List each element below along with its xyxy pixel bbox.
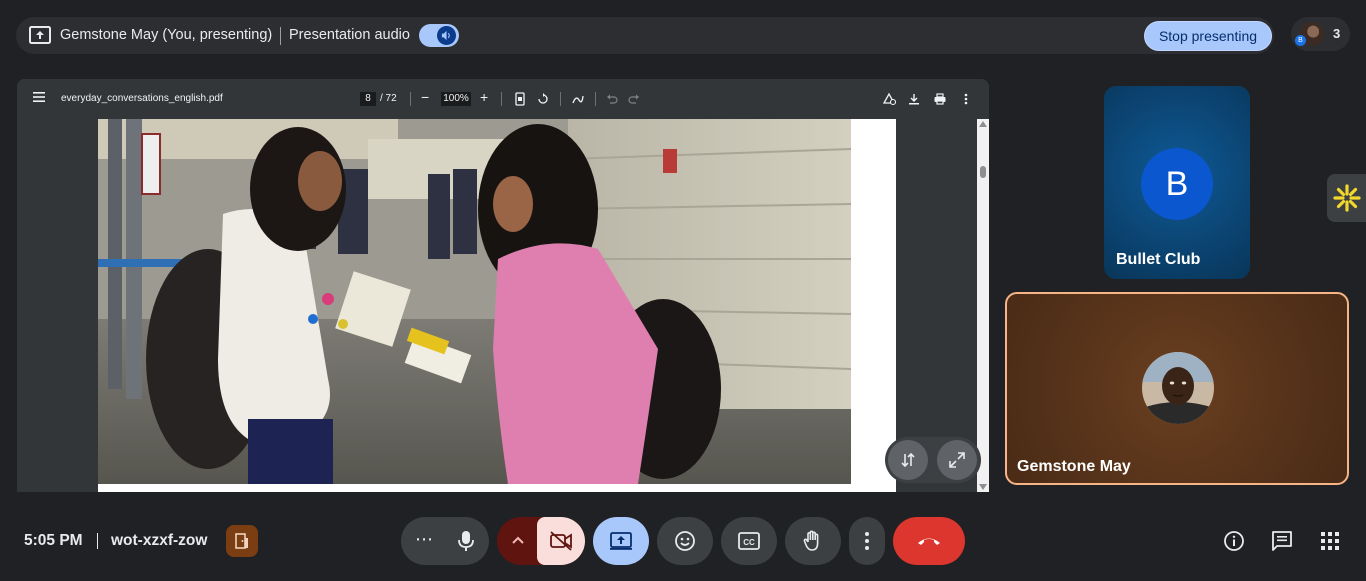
- swap-view-button[interactable]: [888, 440, 928, 480]
- scrollbar-thumb[interactable]: [980, 166, 986, 178]
- raise-hand-button[interactable]: [785, 517, 841, 565]
- presenter-label: Gemstone May (You, presenting): [60, 27, 273, 43]
- participant-tile-bullet-club[interactable]: B Bullet Club: [1104, 86, 1250, 279]
- speaker-icon: [437, 26, 456, 45]
- shared-screen: everyday_conversations_english.pdf 8 / 7…: [17, 79, 989, 492]
- chat-icon: [1272, 531, 1292, 551]
- captions-icon: CC: [738, 532, 760, 550]
- audio-settings-button[interactable]: ⋯: [415, 529, 433, 550]
- presentation-audio-label: Presentation audio: [289, 27, 410, 43]
- participants-button[interactable]: B 3: [1291, 17, 1350, 51]
- divider: [280, 27, 281, 45]
- scroll-up-arrow-icon[interactable]: [979, 121, 987, 127]
- toolbar-divider: [501, 92, 502, 106]
- chevron-up-icon[interactable]: [511, 535, 525, 545]
- activities-button[interactable]: [1318, 529, 1342, 553]
- menu-icon[interactable]: [33, 92, 45, 102]
- emoji-icon: [675, 531, 695, 551]
- participant-name: Bullet Club: [1116, 251, 1201, 268]
- rotate-icon[interactable]: [536, 92, 550, 106]
- host-controls-button[interactable]: [226, 525, 258, 557]
- more-vert-icon[interactable]: [959, 92, 973, 106]
- page-photo: [98, 119, 851, 484]
- view-controls: [885, 437, 981, 483]
- hand-icon: [803, 530, 819, 551]
- zoom-in-button[interactable]: +: [480, 89, 488, 105]
- toolbar-divider: [560, 92, 561, 106]
- presenting-bar: Gemstone May (You, presenting) Presentat…: [16, 17, 1274, 54]
- redo-icon[interactable]: [627, 92, 641, 106]
- zoom-input[interactable]: 100%: [441, 92, 471, 106]
- leave-call-button[interactable]: [893, 517, 965, 565]
- page-number-input[interactable]: 8: [360, 92, 376, 106]
- download-icon[interactable]: [907, 92, 921, 106]
- sparkle-icon: [1332, 184, 1361, 212]
- gemini-side-tab[interactable]: [1327, 174, 1366, 222]
- present-screen-icon: [29, 26, 51, 44]
- toolbar-divider: [410, 92, 411, 106]
- camera-control-group: [497, 517, 585, 565]
- save-to-drive-icon[interactable]: [882, 92, 896, 106]
- apps-icon: [1321, 532, 1339, 550]
- divider: [97, 533, 98, 549]
- expand-icon: [949, 452, 965, 468]
- participant-tile-gemstone-may[interactable]: Gemstone May: [1005, 292, 1349, 485]
- end-call-icon: [918, 538, 940, 545]
- fit-page-icon[interactable]: [513, 92, 527, 106]
- reactions-button[interactable]: [657, 517, 713, 565]
- chat-button[interactable]: [1270, 529, 1294, 553]
- captions-button[interactable]: CC: [721, 517, 777, 565]
- pdf-filename: everyday_conversations_english.pdf: [61, 93, 223, 104]
- door-icon: [235, 533, 248, 549]
- more-vert-icon: [865, 532, 869, 550]
- participant-mini-avatar: B: [1295, 35, 1306, 46]
- current-time: 5:05 PM: [24, 532, 83, 549]
- pdf-scrollbar[interactable]: [977, 119, 989, 492]
- pdf-toolbar: everyday_conversations_english.pdf 8 / 7…: [17, 79, 989, 119]
- presentation-audio-toggle[interactable]: [419, 24, 459, 47]
- undo-icon[interactable]: [605, 92, 619, 106]
- meeting-details-button[interactable]: [1222, 529, 1246, 553]
- info-icon: [1224, 531, 1244, 551]
- page-total: / 72: [380, 93, 397, 104]
- print-icon[interactable]: [933, 92, 947, 106]
- swap-icon: [901, 452, 915, 468]
- toolbar-divider: [595, 92, 596, 106]
- mic-icon[interactable]: [455, 529, 477, 553]
- meeting-code: wot-xzxf-zow: [111, 532, 208, 549]
- scroll-down-arrow-icon[interactable]: [979, 484, 987, 490]
- zoom-out-button[interactable]: −: [421, 89, 429, 105]
- present-icon: [610, 532, 632, 550]
- mic-control-group: ⋯: [401, 517, 489, 565]
- camera-off-icon: [550, 531, 572, 551]
- svg-text:CC: CC: [743, 538, 755, 547]
- more-options-button[interactable]: [849, 517, 885, 565]
- participant-name: Gemstone May: [1017, 458, 1131, 475]
- participant-count: 3: [1333, 26, 1341, 41]
- fullscreen-button[interactable]: [937, 440, 977, 480]
- camera-toggle-button[interactable]: [537, 517, 585, 565]
- avatar: [1142, 352, 1214, 424]
- avatar: B: [1141, 148, 1213, 220]
- present-now-button[interactable]: [593, 517, 649, 565]
- annotate-icon[interactable]: [571, 92, 585, 106]
- stop-presenting-button[interactable]: Stop presenting: [1144, 21, 1272, 51]
